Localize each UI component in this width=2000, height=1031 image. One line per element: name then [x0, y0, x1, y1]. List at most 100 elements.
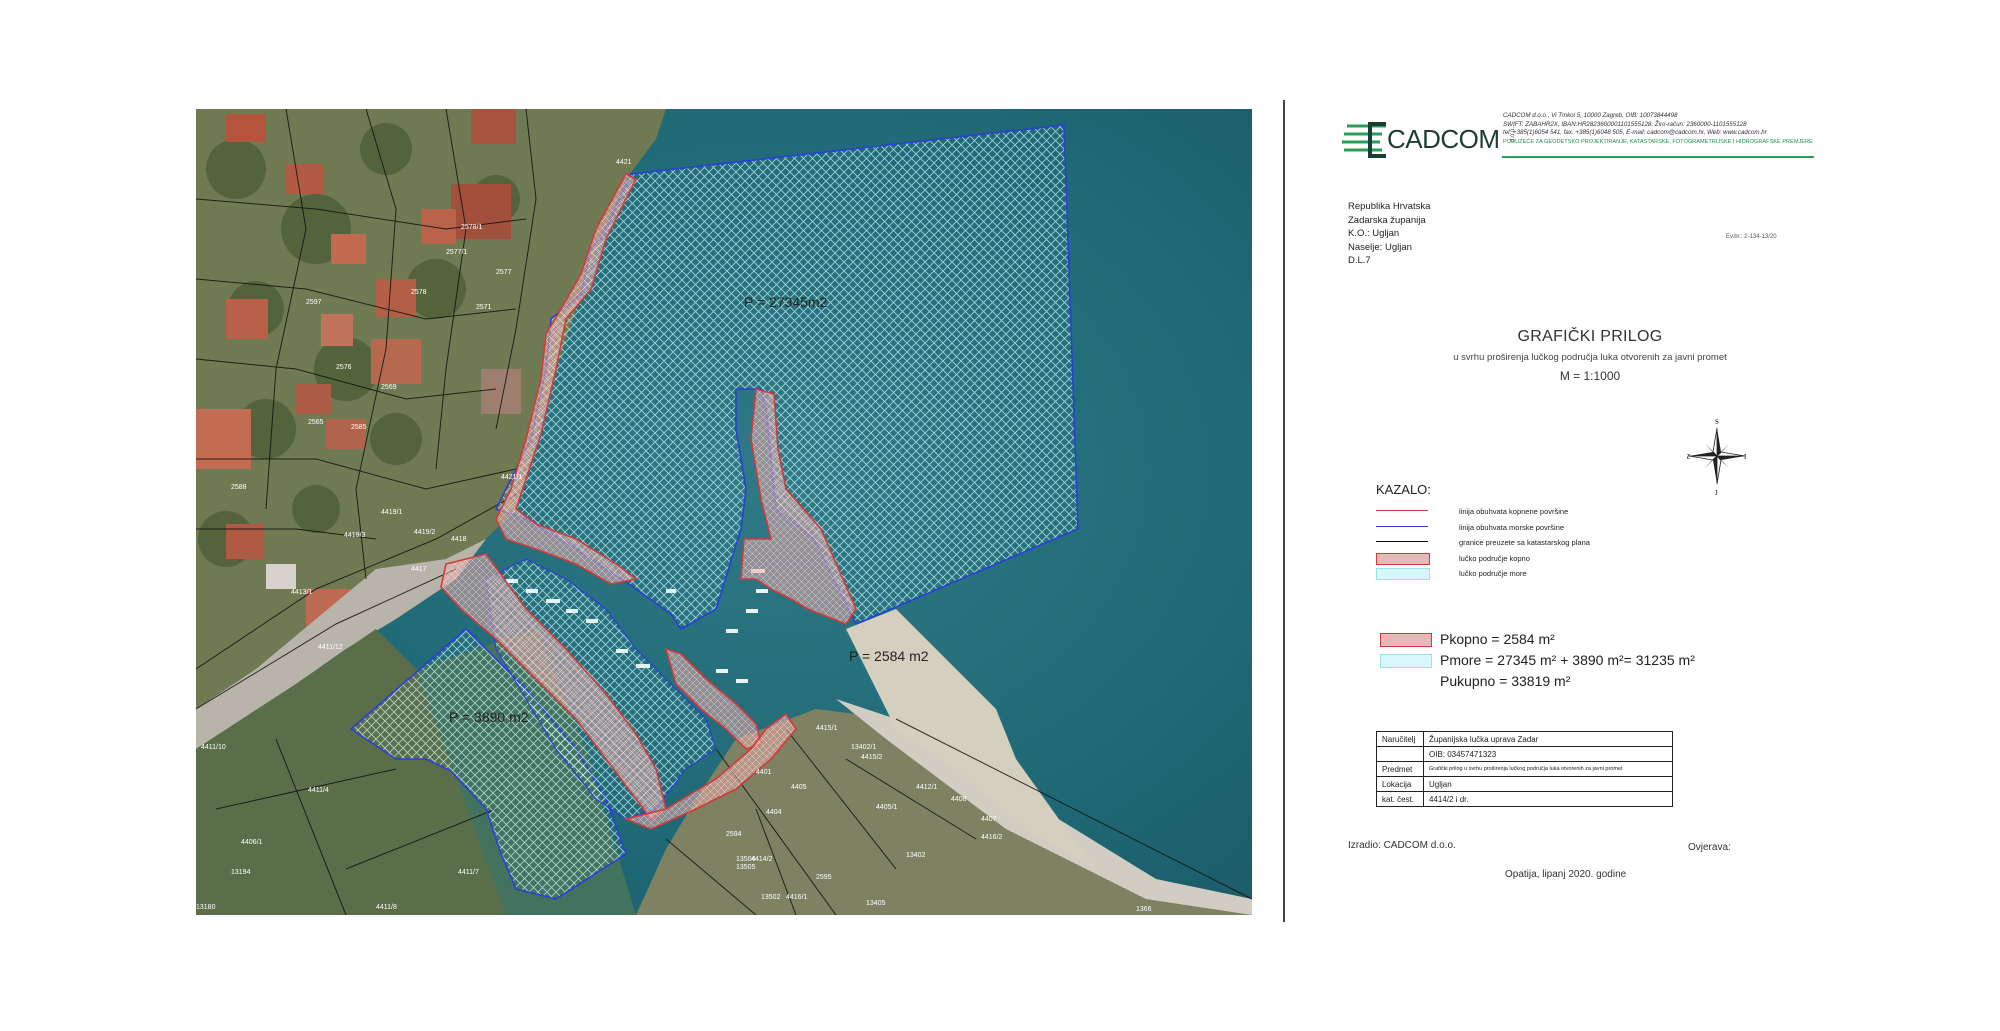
parcel-number: 4407	[981, 816, 997, 823]
svg-text:S: S	[1715, 418, 1719, 426]
parcel-number: 4418	[451, 536, 467, 543]
cadcom-logo-icon	[1342, 122, 1386, 158]
legend-item: linija obuhvata kopnene površine	[1376, 506, 1736, 522]
parcel-number: 13504	[736, 856, 756, 863]
company-info-line: tel. +385(1)6054 541, fax. +385(1)6048 5…	[1503, 129, 1767, 136]
info-table: Naručitelj Županijska lučka uprava Zadar…	[1376, 731, 1673, 807]
parcel-number: 4419/3	[344, 532, 366, 539]
parcel-number: 4401	[756, 769, 772, 776]
parcel-number: 4416/1	[786, 894, 808, 901]
parcel-number: 4421/1	[501, 474, 523, 481]
svg-text:I: I	[1744, 453, 1747, 461]
parcel-number: 2578/1	[461, 224, 483, 231]
address-block: Republika Hrvatska Zadarska županija K.O…	[1348, 200, 1430, 268]
parcel-number: 2569	[381, 384, 397, 391]
parcel-number: 13180	[196, 904, 216, 911]
document-subtitle: u svrhu proširenja lučkog područja luka …	[1453, 352, 1727, 363]
company-subtitle: PODUZEĆE ZA GEODETSKO PROJEKTIRANJE, KAT…	[1503, 138, 1813, 145]
legend-label: linija obuhvata kopnene površine	[1459, 507, 1569, 516]
parcel-number: 4405	[791, 784, 807, 791]
legend-symbol	[1376, 525, 1428, 527]
table-value: Županijska lučka uprava Zadar	[1423, 731, 1673, 747]
parcel-number: 4408	[951, 796, 967, 803]
parcel-number: 4416/2	[981, 834, 1003, 841]
parcel-number: 2595	[816, 874, 832, 881]
orthophoto-map[interactable]: 4421 4421/1 4419/1 4419/3 4419/2 4418 44…	[196, 109, 1252, 915]
legend-label: lučko područje kopno	[1459, 553, 1530, 563]
table-value: Ugljan	[1423, 776, 1673, 792]
title-sheet: CADCOM d.o.o. CADCOM d.o.o., Vi Trnkoi 5…	[1290, 100, 1990, 930]
table-value: 4414/2 i dr.	[1423, 791, 1673, 807]
parcel-number: 1366	[1136, 906, 1152, 913]
legend-item: lučko područje more	[1376, 568, 1736, 584]
parcel-number: 2585	[351, 424, 367, 431]
address-line: K.O.: Ugljan	[1348, 228, 1400, 239]
parcel-number: 4411/7	[458, 869, 479, 876]
table-key	[1376, 746, 1424, 762]
land-area-label: P = 2584 m2	[849, 648, 929, 664]
legend-label: linija obuhvata morske površine	[1459, 522, 1565, 532]
parcel-number: 2577/1	[446, 249, 468, 256]
parcel-number: 4413/1	[291, 589, 313, 596]
parcel-number: 13402	[906, 852, 926, 859]
parcel-number: 13502	[761, 894, 781, 901]
area-row: Pkopno = 2584 m²	[1380, 630, 1840, 651]
parcel-number: 2594	[726, 831, 742, 838]
company-info-line: SWIFT: ZABAHR2X, IBAN:HR2823600001101555…	[1503, 120, 1747, 128]
legend-label: granice preuzete sa katastarskog plana	[1459, 538, 1590, 547]
table-value: Grafički prilog u svrhu proširenja lučko…	[1423, 761, 1673, 777]
address-line: Zadarska županija	[1348, 214, 1426, 226]
company-contact-info: CADCOM d.o.o., Vi Trnkoi 5, 10000 Zagreb…	[1503, 112, 1813, 146]
svg-text:Z: Z	[1687, 453, 1690, 461]
parcel-number: 2588	[231, 484, 247, 491]
parcel-number: 4417	[411, 566, 427, 573]
parcel-number: 13402/1	[851, 744, 876, 751]
area-text: Pmore = 27345 m² + 3890 m²= 31235 m²	[1440, 652, 1695, 668]
parcel-number: 2578	[411, 289, 427, 296]
parcel-number: 4415/1	[816, 725, 838, 732]
logo-text: CADCOM	[1387, 124, 1500, 154]
compass-rose-icon: S J I Z	[1687, 418, 1747, 496]
map-canvas: 4421 4421/1 4419/1 4419/3 4419/2 4418 44…	[196, 109, 1252, 915]
legend-label: lučko područje more	[1459, 569, 1527, 578]
area-symbol	[1380, 633, 1432, 647]
area-row: Pmore = 27345 m² + 3890 m²= 31235 m²	[1380, 651, 1840, 672]
parcel-number: 4411/12	[318, 644, 343, 651]
document-title: GRAFIČKI PRILOG	[1517, 328, 1663, 345]
address-line: Republika Hrvatska	[1348, 201, 1431, 212]
parcel-number: 2577	[496, 269, 512, 276]
table-row: Predmet Grafički prilog u svrhu proširen…	[1376, 761, 1673, 777]
parcel-number: 4404	[766, 809, 782, 816]
parcel-number: 4419/2	[414, 529, 436, 536]
table-value: OIB: 03457471323	[1423, 746, 1673, 762]
area-summary: Pkopno = 2584 m² Pmore = 27345 m² + 3890…	[1380, 630, 1840, 693]
company-logo: CADCOM d.o.o.	[1342, 116, 1517, 162]
table-row: kat. čest. 4414/2 i dr.	[1376, 791, 1673, 807]
table-key: kat. čest.	[1376, 791, 1424, 807]
made-by: Izradio: CADCOM d.o.o.	[1348, 840, 1456, 851]
parcel-number: 13194	[231, 869, 251, 876]
address-line: Naselje: Ugljan	[1348, 241, 1412, 253]
area-text: Pukupno = 33819 m²	[1440, 673, 1571, 689]
header-rule	[1502, 156, 1814, 158]
legend-symbol	[1376, 552, 1430, 565]
parcel-number: 4412/1	[916, 784, 938, 791]
place-date: Opatija, lipanj 2020. godine	[1505, 869, 1627, 880]
table-row: Naručitelj Županijska lučka uprava Zadar	[1376, 731, 1673, 747]
parcel-number: 2576	[336, 364, 352, 371]
parcel-number: 4415/2	[861, 754, 883, 761]
parcel-number: 4419/1	[381, 509, 403, 516]
legend-title: KAZALO:	[1376, 482, 1431, 497]
sea-main-area-label: P = 27345m2	[744, 294, 828, 310]
parcel-number: 2565	[308, 419, 324, 426]
address-line: D.L.7	[1348, 255, 1371, 266]
legend-item: granice preuzete sa katastarskog plana	[1376, 537, 1736, 553]
parcel-number: 13505	[736, 864, 756, 871]
parcel-number: 13405	[866, 900, 886, 907]
verified-by: Ovjerava:	[1688, 842, 1731, 853]
parcel-number: 4406/1	[241, 839, 263, 846]
svg-text:J: J	[1715, 489, 1718, 496]
legend-item: linija obuhvata morske površine	[1376, 522, 1736, 538]
legend-symbol	[1376, 510, 1428, 511]
parcel-number: 4411/4	[308, 787, 329, 794]
